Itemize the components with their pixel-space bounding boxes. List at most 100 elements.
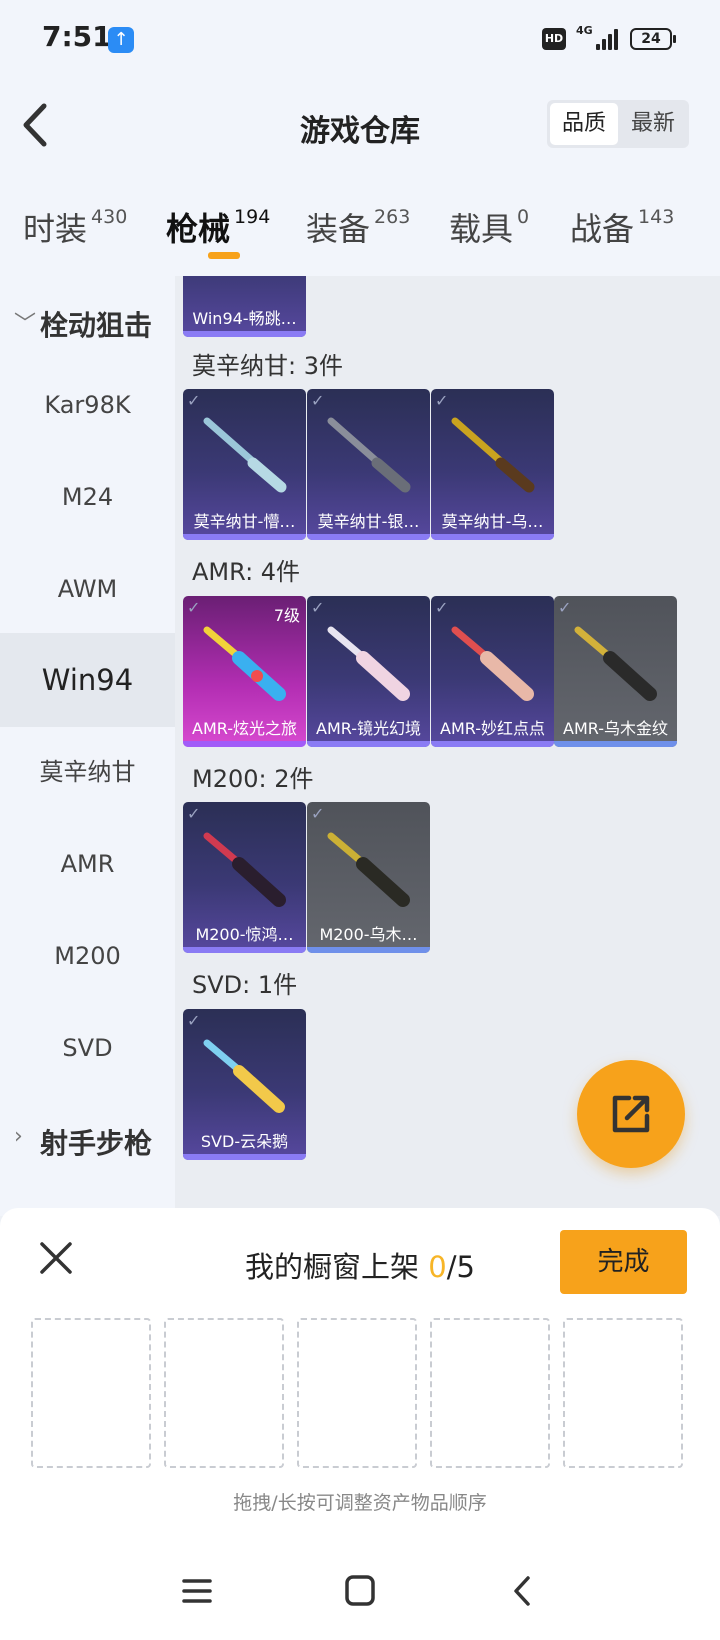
panel-title-text: 我的橱窗上架 (245, 1250, 429, 1284)
tab-supplies[interactable]: 战备 143 (570, 204, 674, 264)
tab-equipment[interactable]: 装备 263 (306, 204, 410, 264)
item-name: M200-乌木… (319, 925, 418, 944)
sort-toggle: 品质 最新 (547, 100, 689, 148)
sidebar-item-amr[interactable]: AMR (0, 817, 175, 911)
network-type: 4G (576, 24, 593, 37)
item-name: AMR-炫光之旅 (192, 719, 297, 738)
showcase-slot[interactable] (563, 1318, 683, 1468)
showcase-slot[interactable] (430, 1318, 550, 1468)
tab-label: 战备 (570, 210, 635, 248)
section-title: M200: 2件 (192, 765, 314, 793)
home-button[interactable] (335, 1566, 385, 1616)
item-card[interactable]: ✓ AMR-妙红点点 (431, 596, 554, 747)
rifle-icon (203, 1039, 285, 1113)
sidebar-group-marksman[interactable]: › 射手步枪 (0, 1112, 175, 1172)
active-tab-indicator (208, 252, 240, 259)
showcase-slot[interactable] (164, 1318, 284, 1468)
rarity-bar (554, 741, 677, 747)
rifle-icon (203, 626, 286, 701)
status-time: 7:51 (42, 20, 112, 53)
showcase-slot[interactable] (297, 1318, 417, 1468)
rarity-bar (183, 1154, 306, 1160)
tab-count: 263 (374, 206, 411, 228)
tab-count: 430 (91, 206, 128, 228)
system-nav-bar (0, 1546, 720, 1640)
sidebar-item-awm[interactable]: AWM (0, 542, 175, 636)
sidebar-item-m200[interactable]: M200 (0, 909, 175, 1003)
sidebar-group-bolt-action[interactable]: ﹀ 栓动狙击 (0, 294, 175, 354)
sidebar-item-win94[interactable]: Win94 (0, 633, 175, 727)
item-card[interactable]: Win94-畅跳… (183, 276, 306, 337)
rarity-bar (307, 947, 430, 953)
rifle-icon (327, 832, 410, 907)
rarity-bar (183, 947, 306, 953)
sort-quality-button[interactable]: 品质 (550, 103, 618, 145)
item-card[interactable]: ✓ AMR-镜光幻境 (307, 596, 430, 747)
status-bar: 7:51 ↑ HD 4G 24 (0, 0, 720, 80)
rarity-bar (183, 534, 306, 540)
rarity-bar (307, 534, 430, 540)
share-button[interactable] (577, 1060, 685, 1168)
sidebar-item-kar98k[interactable]: Kar98K (0, 358, 175, 452)
item-name: AMR-乌木金纹 (563, 719, 668, 738)
section-title: SVD: 1件 (192, 971, 298, 999)
tab-label: 枪械 (166, 210, 231, 248)
rifle-icon (327, 626, 410, 701)
battery-icon: 24 (630, 28, 676, 50)
chevron-right-icon: › (14, 1124, 23, 1149)
rifle-icon (203, 832, 286, 907)
rifle-icon (451, 417, 535, 493)
item-card[interactable]: ✓ M200-乌木… (307, 802, 430, 953)
back-nav-button[interactable] (498, 1566, 548, 1616)
showcase-total: /5 (446, 1250, 475, 1284)
menu-button[interactable] (172, 1566, 222, 1616)
tab-count: 143 (638, 206, 675, 228)
item-card[interactable]: ✓ 莫辛纳甘-乌… (431, 389, 554, 540)
header: 游戏仓库 品质 最新 (0, 80, 720, 180)
item-card[interactable]: ✓ SVD-云朵鹅 (183, 1009, 306, 1160)
sidebar-item-mosin[interactable]: 莫辛纳甘 (0, 725, 175, 819)
item-name: 莫辛纳甘-银… (317, 512, 420, 531)
upload-icon: ↑ (108, 27, 134, 53)
tab-count: 0 (517, 206, 530, 228)
category-tabs: 时装 430 枪械 194 装备 263 载具 0 战备 143 (0, 180, 720, 276)
signal-icon (596, 26, 622, 50)
tab-label: 载具 (449, 210, 514, 248)
menu-icon (182, 1579, 212, 1603)
showcase-slot[interactable] (31, 1318, 151, 1468)
share-icon (612, 1095, 650, 1133)
done-button[interactable]: 完成 (560, 1230, 687, 1294)
rifle-icon (203, 417, 287, 493)
section-title: 莫辛纳甘: 3件 (192, 352, 343, 380)
sidebar-item-svd[interactable]: SVD (0, 1001, 175, 1095)
sort-newest-button[interactable]: 最新 (619, 103, 687, 145)
item-name: M200-惊鸿… (195, 925, 294, 944)
item-card[interactable]: ✓ 莫辛纳甘-银… (307, 389, 430, 540)
hd-indicator: HD (542, 28, 566, 50)
tab-vehicles[interactable]: 载具 0 (449, 204, 529, 264)
item-card[interactable]: ✓ AMR-乌木金纹 (554, 596, 677, 747)
tab-label: 时装 (23, 210, 88, 248)
chevron-down-icon: ﹀ (14, 312, 37, 337)
back-icon (514, 1576, 530, 1606)
section-title: AMR: 4件 (192, 558, 301, 586)
sidebar-group-label: 射手步枪 (40, 1127, 153, 1160)
item-card[interactable]: ✓ 7级 AMR-炫光之旅 (183, 596, 306, 747)
item-name: AMR-镜光幻境 (316, 719, 421, 738)
showcase-count: 0 (428, 1250, 447, 1284)
reorder-hint: 拖拽/长按可调整资产物品顺序 (233, 1492, 487, 1514)
item-name: AMR-妙红点点 (440, 719, 545, 738)
tab-fashion[interactable]: 时装 430 (23, 204, 127, 264)
item-name: 莫辛纳甘-乌… (441, 512, 544, 531)
item-card[interactable]: ✓ M200-惊鸿… (183, 802, 306, 953)
tab-count: 194 (234, 206, 271, 228)
item-card[interactable]: ✓ 莫辛纳甘-懵… (183, 389, 306, 540)
sidebar-group-label: 栓动狙击 (40, 309, 153, 342)
item-name: 莫辛纳甘-懵… (193, 512, 296, 531)
item-name: Win94-畅跳… (192, 309, 297, 328)
sidebar-item-m24[interactable]: M24 (0, 450, 175, 544)
rifle-icon (574, 626, 657, 701)
item-name: SVD-云朵鹅 (200, 1132, 289, 1151)
rarity-bar (183, 741, 306, 747)
sidebar: ﹀ 栓动狙击 Kar98K M24 AWM Win94 莫辛纳甘 AMR M20… (0, 276, 175, 1216)
